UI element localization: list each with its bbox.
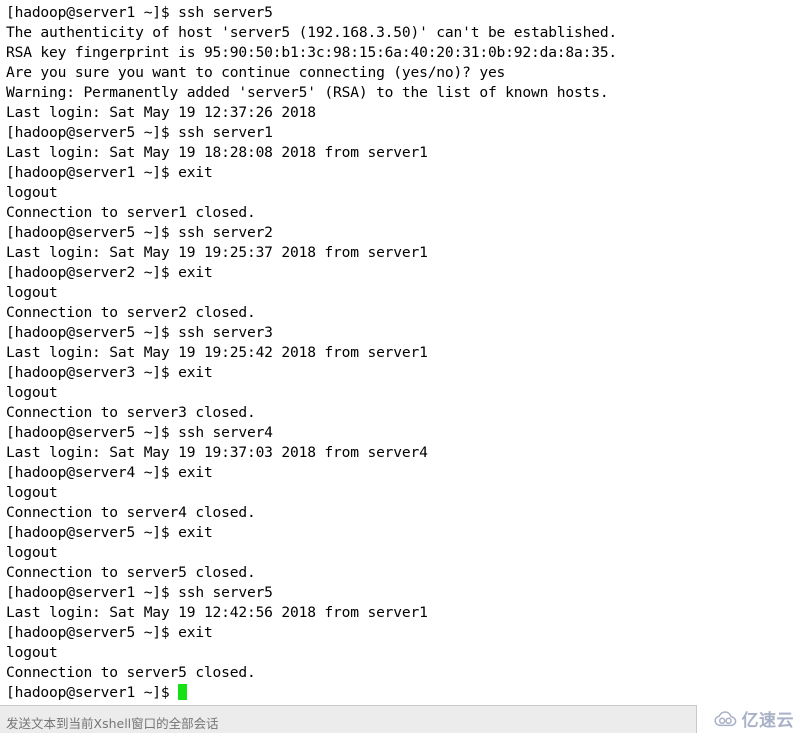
- terminal-line: Connection to server2 closed.: [6, 304, 256, 321]
- send-to-all-sessions-bar[interactable]: [0, 705, 697, 733]
- terminal-line: [hadoop@server4 ~]$ exit: [6, 464, 213, 481]
- terminal-line: Last login: Sat May 19 18:28:08 2018 fro…: [6, 144, 428, 161]
- send-to-all-sessions-input[interactable]: [6, 715, 686, 733]
- terminal-line: logout: [6, 184, 58, 201]
- terminal-line: logout: [6, 644, 58, 661]
- terminal-line: Last login: Sat May 19 12:37:26 2018: [6, 104, 316, 121]
- watermark-label: 亿速云: [741, 711, 794, 731]
- terminal-line: Connection to server5 closed.: [6, 664, 256, 681]
- terminal-line: [hadoop@server2 ~]$ exit: [6, 264, 213, 281]
- terminal-line: The authenticity of host 'server5 (192.1…: [6, 24, 618, 41]
- status-bar: [0, 700, 800, 733]
- terminal-line: Last login: Sat May 19 19:25:42 2018 fro…: [6, 344, 428, 361]
- text-cursor: [178, 684, 188, 700]
- terminal-line: Warning: Permanently added 'server5' (RS…: [6, 84, 609, 101]
- terminal-line: [hadoop@server5 ~]$ ssh server2: [6, 224, 273, 241]
- terminal-line: [hadoop@server5 ~]$ exit: [6, 524, 213, 541]
- terminal-line: RSA key fingerprint is 95:90:50:b1:3c:98…: [6, 44, 618, 61]
- terminal-line: Connection to server4 closed.: [6, 504, 256, 521]
- cloud-icon: [713, 710, 738, 727]
- terminal-line: Connection to server3 closed.: [6, 404, 256, 421]
- terminal-line: Last login: Sat May 19 19:25:37 2018 fro…: [6, 244, 428, 261]
- terminal-line: logout: [6, 544, 58, 561]
- terminal-line: [hadoop@server3 ~]$ exit: [6, 364, 213, 381]
- terminal-line: [hadoop@server5 ~]$ ssh server3: [6, 324, 273, 341]
- terminal-line: logout: [6, 284, 58, 301]
- terminal-prompt-line: [hadoop@server1 ~]$: [6, 683, 800, 700]
- terminal-line: Connection to server1 closed.: [6, 204, 256, 221]
- terminal-line: [hadoop@server1 ~]$ ssh server5: [6, 584, 273, 601]
- terminal-line: Connection to server5 closed.: [6, 564, 256, 581]
- terminal-line: [hadoop@server1 ~]$ exit: [6, 164, 213, 181]
- terminal-line: logout: [6, 384, 58, 401]
- terminal-line: logout: [6, 484, 58, 501]
- terminal-output[interactable]: [hadoop@server1 ~]$ ssh server5 The authe…: [0, 0, 800, 700]
- terminal-line: [hadoop@server5 ~]$ exit: [6, 624, 213, 641]
- terminal-line: Are you sure you want to continue connec…: [6, 64, 506, 81]
- terminal-line: [hadoop@server1 ~]$ ssh server5: [6, 4, 273, 21]
- terminal-line: [hadoop@server5 ~]$ ssh server1: [6, 124, 273, 141]
- terminal-line: Last login: Sat May 19 19:37:03 2018 fro…: [6, 444, 428, 461]
- shell-prompt: [hadoop@server1 ~]$: [6, 684, 179, 700]
- terminal-line: [hadoop@server5 ~]$ ssh server4: [6, 424, 273, 441]
- site-watermark: 亿速云: [713, 706, 795, 731]
- terminal-line: Last login: Sat May 19 12:42:56 2018 fro…: [6, 604, 428, 621]
